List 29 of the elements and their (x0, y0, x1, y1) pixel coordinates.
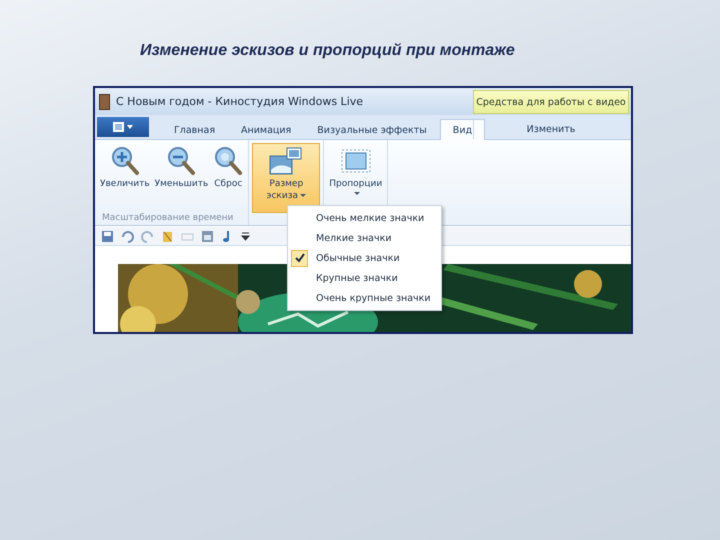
thumbnails-icon (270, 148, 302, 174)
ribbon-tab[interactable]: Изменить (473, 118, 629, 139)
menu-item[interactable]: Очень крупные значки (288, 288, 441, 308)
slide-title: Изменение эскизов и пропорций при монтаже (140, 42, 515, 60)
customize-icon[interactable] (241, 230, 250, 242)
menu-item[interactable]: Крупные значки (288, 268, 441, 288)
aspect-ratio-icon (341, 150, 370, 172)
ribbon-button[interactable]: Уменьшить (152, 143, 210, 213)
ribbon-button[interactable]: Размер эскиза (252, 143, 320, 213)
ribbon-tab[interactable]: Визуальные эффекты (304, 119, 440, 140)
ribbon-tab[interactable]: Вид (440, 119, 486, 140)
app-icon (99, 94, 110, 110)
magnifier-icon (215, 147, 242, 175)
ribbon-button[interactable]: Сброс (211, 143, 246, 213)
menu-icon (112, 122, 134, 132)
window-icon[interactable] (201, 230, 214, 242)
app-menu-button[interactable] (97, 117, 149, 137)
menu-item[interactable]: Обычные значки (288, 248, 441, 268)
undo-icon[interactable] (121, 230, 134, 242)
ribbon-tab[interactable]: Главная (161, 119, 228, 140)
group-label: Масштабирование времени (101, 213, 234, 225)
zoom-in-icon (112, 147, 139, 175)
contextual-tab-group: Средства для работы с видео (473, 90, 629, 114)
ribbon-tab[interactable]: Анимация (228, 119, 304, 140)
save-icon[interactable] (101, 230, 114, 242)
checkmark-icon (294, 253, 304, 263)
ribbon-button[interactable]: Увеличить (98, 143, 152, 213)
zoom-out-icon (168, 147, 196, 175)
window-title: С Новым годом - Киностудия Windows Live (116, 95, 364, 108)
